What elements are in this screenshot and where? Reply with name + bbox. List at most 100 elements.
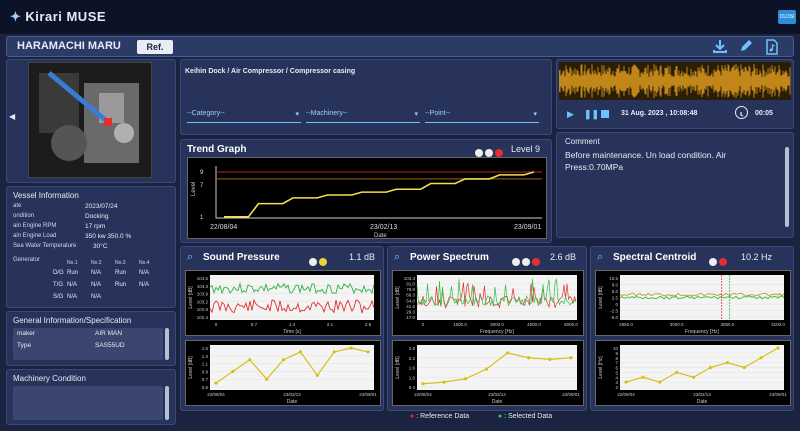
y-axis-label: Level [dB]: [395, 356, 401, 379]
general-row-type: Type SAS55UD: [17, 342, 125, 349]
centroid-trend-point: [742, 365, 746, 370]
power-spectrum-panel: ⌕ Power Spectrum 2.6 dB 103.3 91.0 78.6 66.…: [387, 246, 587, 411]
selector-panel: Keihin Dock / Air Compressor / Compresso…: [180, 59, 552, 135]
x-tick-label: 1500.0: [453, 322, 467, 327]
spark-icon: ✦: [10, 9, 22, 24]
power-top-svg: 103.391.078.666.354.041.629.317.0 0 1500.0…: [395, 275, 578, 335]
waveform-svg: [558, 64, 791, 98]
sound-trend-chart: 1.5 1.3 1.1 0.9 0.7 0.5 22/08/04 23/02/13 23/09/…: [185, 340, 381, 406]
trend-xtick: 22/08/04: [210, 224, 237, 231]
comment-panel: Comment Before maintenance. Un load cond…: [556, 132, 794, 238]
x-axis-label: Frequency [Hz]: [685, 329, 720, 335]
y-axis-label: Level [dB]: [395, 286, 401, 309]
x-tick-label: 0: [215, 322, 218, 327]
centroid-trend-point: [759, 356, 763, 360]
trend-xtick: 23/09/01: [514, 224, 541, 231]
vessel-row-rpm: ain Engine RPM 17 rpm: [13, 223, 106, 230]
status-dot-white: [709, 258, 717, 266]
x-tick-label: 3100.0: [771, 322, 785, 327]
y-tick-label: 104.6: [197, 276, 209, 281]
sound-trend-point: [265, 377, 269, 381]
waveform[interactable]: [558, 62, 791, 100]
sound-status-dots: [309, 253, 329, 271]
x-tick-label: 3000.0: [490, 322, 504, 327]
sound-waveform-chart: 104.6 104.3 103.9 103.2 102.8 102.4 0 8.7 1.4 2.1…: [185, 270, 381, 336]
y-tick-label: 2.5: [612, 296, 619, 301]
y-tick-label: 0: [615, 302, 618, 307]
plot-area: [210, 345, 374, 390]
machinery-condition-field[interactable]: [13, 386, 163, 420]
top-bar: ✦ Kirari MUSE OLDSI: [0, 0, 800, 34]
vessel-row-date: ate 2023/07/24: [13, 203, 118, 210]
legend-selected: ●: Selected Data: [498, 413, 553, 420]
vessel-row-load: ain Engine Load 350 kw 350.0 %: [13, 233, 132, 240]
y-tick-label: 1.6: [409, 366, 416, 371]
x-tick-label: 2950.0: [619, 322, 633, 327]
y-tick-label: 2: [615, 385, 618, 390]
sound-bottom-svg: 1.5 1.3 1.1 0.9 0.7 0.5 22/08/04 23/02/13 23/09/…: [188, 345, 377, 405]
x-tick-label: 4500.0: [527, 322, 541, 327]
vessel-row-seawater: Sea Water Temperature 30°C: [13, 243, 108, 250]
sound-top-svg: 104.6 104.3 103.9 103.2 102.8 102.4 0 8.7 1.4 2.1…: [188, 275, 375, 335]
corner-badge[interactable]: OLDSI: [778, 10, 796, 24]
sound-trend-point: [366, 350, 370, 354]
power-trend-point: [548, 357, 552, 361]
x-axis-label: Date: [697, 399, 708, 405]
x-axis-label: Frequency [Hz]: [480, 329, 515, 335]
machinery-dropdown[interactable]: --Machinery-- ▾: [306, 110, 420, 123]
vessel-info-panel: Vessel Information ate 2023/07/24 onditio…: [6, 186, 176, 308]
pencil-icon[interactable]: [737, 39, 755, 55]
vessel-info-title: Vessel Information: [13, 191, 79, 200]
x-tick-label: 3000.0: [670, 322, 684, 327]
stop-icon[interactable]: [601, 110, 609, 118]
centroid-trend-point: [708, 365, 713, 370]
y-tick-label: 1.5: [202, 346, 209, 351]
centroid-trend-point: [675, 370, 679, 374]
trend-chart-svg: Level Date 22/08/04 23/02/13 23/09/01 9 …: [191, 166, 542, 239]
centroid-trend-chart: 10 9 8 7 6 5 4 3 2 22/09/04 23/02/13 23/09/01 Date Le…: [595, 340, 791, 406]
power-trend-chart: 2.8 2.2 1.6 1.0 0.4 22/08/04 23/02/13 23/09/01 D…: [392, 340, 584, 406]
download-icon[interactable]: [711, 39, 729, 55]
trend-level: Level 9: [511, 144, 541, 154]
general-row-maker: maker AIR MAN: [17, 330, 123, 337]
centroid-bottom-svg: 109876543222/09/04 23/02/13 23/09/01DateLe…: [598, 345, 787, 405]
y-tick-label: 41.6: [406, 304, 415, 309]
music-file-icon[interactable]: [763, 39, 781, 55]
status-dot-yellow: [319, 258, 327, 266]
centroid-chart: 10.5 8.0 5.0 2.5 0 -2.5 -5.0 2950.0 3000.0 3050.0…: [595, 270, 791, 336]
comment-scrollbar[interactable]: [785, 147, 789, 227]
ship-bar: HARAMACHI MARU Ref.: [6, 36, 794, 57]
pause-icon[interactable]: ❚❚: [584, 109, 599, 120]
power-trend-point: [463, 377, 467, 381]
y-axis-label: Level [Hz]: [598, 356, 604, 379]
selected-legend-marker: ●: [498, 413, 503, 420]
status-dot-white: [475, 149, 483, 157]
collapse-left-arrow-icon[interactable]: ◀: [9, 112, 15, 121]
trend-ytick: 1: [200, 215, 204, 221]
player-datetime: 31 Aug. 2023 , 10:08:48: [621, 110, 698, 117]
zoom-icon[interactable]: ⌕: [597, 251, 603, 264]
trend-chart: Level Date 22/08/04 23/02/13 23/09/01 9 …: [187, 157, 547, 239]
sound-trend-point: [281, 358, 286, 362]
y-tick-label: 0.5: [202, 385, 209, 390]
zoom-icon[interactable]: ⌕: [394, 251, 400, 264]
chevron-down-icon: ▾: [533, 111, 537, 118]
y-tick-label: 1.0: [409, 375, 416, 380]
general-info-scrollbar[interactable]: [165, 328, 169, 360]
zoom-icon[interactable]: ⌕: [187, 251, 193, 264]
audio-player-panel: ▶ ❚❚ 31 Aug. 2023 , 10:08:48 00:05: [556, 59, 794, 129]
comment-title: Comment: [565, 137, 600, 146]
y-tick-label: 5.0: [612, 289, 619, 294]
machinery-condition-scrollbar[interactable]: [165, 386, 169, 420]
y-tick-label: 102.8: [197, 307, 209, 312]
general-info-field: maker AIR MAN Type SAS55UD: [13, 328, 163, 360]
y-tick-label: 103.9: [197, 292, 209, 297]
ref-button[interactable]: Ref.: [137, 40, 173, 54]
point-dropdown[interactable]: --Point-- ▾: [425, 110, 539, 123]
trend-ytick: 9: [200, 170, 204, 176]
category-dropdown[interactable]: --Category-- ▾: [187, 110, 301, 123]
gen-row-tg: T/G N/A N/A Run N/A: [53, 282, 150, 288]
power-trend-point: [442, 380, 446, 384]
play-icon[interactable]: ▶: [567, 109, 574, 120]
sound-trend-point: [298, 350, 303, 354]
